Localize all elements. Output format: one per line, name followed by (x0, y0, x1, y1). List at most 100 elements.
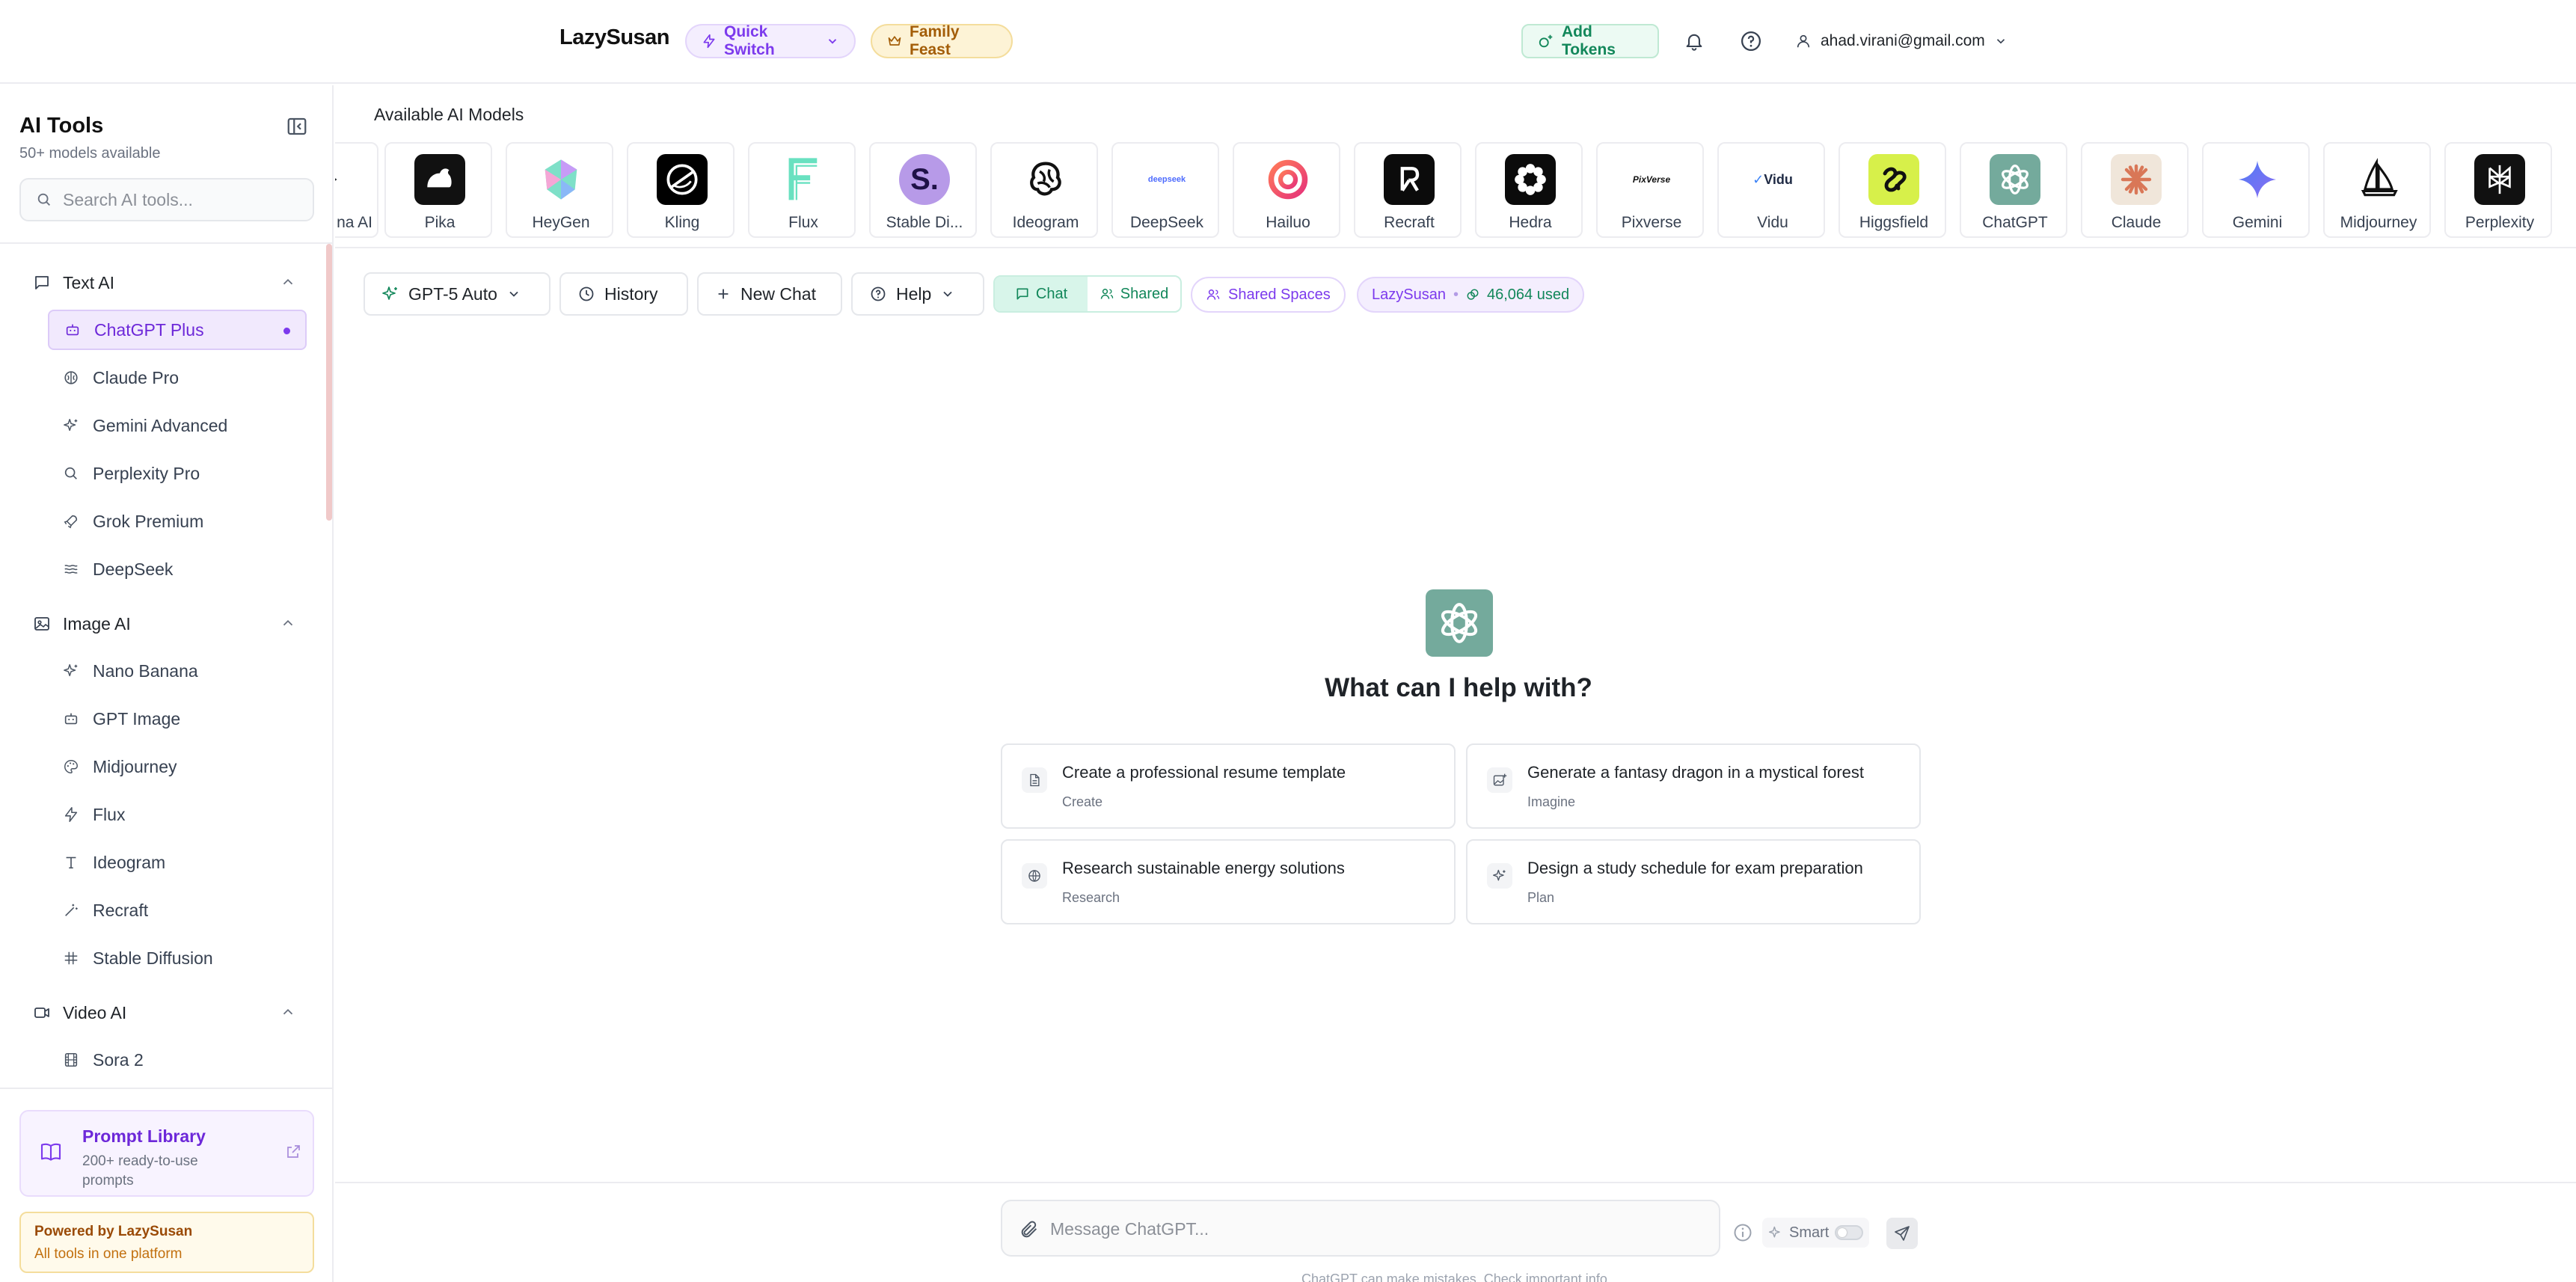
message-input[interactable] (1050, 1216, 1693, 1242)
suggestion-card-resume[interactable]: Create a professional resume template Cr… (1001, 743, 1456, 829)
model-card-deepseek[interactable]: deepseek DeepSeek (1111, 142, 1219, 238)
tab-shared[interactable]: Shared (1088, 277, 1180, 311)
sparkles-icon (64, 664, 78, 677)
sidebar-item-nano-banana[interactable]: Nano Banana (48, 651, 307, 691)
sidebar-item-recraft[interactable]: Recraft (48, 890, 307, 930)
model-card-kling[interactable]: Kling (627, 142, 735, 238)
ideogram-logo-icon (1020, 154, 1071, 205)
model-card-flux[interactable]: Flux (748, 142, 856, 238)
suggestion-card-research[interactable]: Research sustainable energy solutions Re… (1001, 839, 1456, 924)
sidebar-item-label: Flux (93, 804, 126, 824)
help-menu-button[interactable]: Help (851, 272, 984, 316)
image-icon (34, 617, 49, 631)
flux-logo-icon (778, 154, 829, 205)
history-button[interactable]: History (559, 272, 688, 316)
vidu-logo-icon: ✓Vidu (1752, 171, 1793, 187)
model-card-ideogram[interactable]: Ideogram (990, 142, 1098, 238)
model-card-gemini[interactable]: Gemini (2202, 142, 2310, 238)
suggestion-title: Design a study schedule for exam prepara… (1527, 859, 1863, 877)
paperclip-icon[interactable] (1019, 1219, 1040, 1240)
active-dot (283, 328, 290, 334)
model-card-vidu[interactable]: ✓Vidu Vidu (1717, 142, 1825, 238)
sidebar-item-gemini-advanced[interactable]: Gemini Advanced (48, 405, 307, 446)
model-card-pika[interactable]: Pika (384, 142, 492, 238)
model-card-heygen[interactable]: HeyGen (506, 142, 613, 238)
coins-plus-icon (1539, 34, 1553, 48)
sidebar-item-label: Perplexity Pro (93, 463, 200, 483)
sidebar-item-label: Claude Pro (93, 367, 180, 387)
model-card-recraft[interactable]: Recraft (1354, 142, 1462, 238)
stable-logo-icon: S. (899, 154, 950, 205)
sidebar-item-flux[interactable]: Flux (48, 794, 307, 835)
model-selector-button[interactable]: GPT-5 Auto (364, 272, 551, 316)
add-tokens-button[interactable]: Add Tokens (1521, 23, 1659, 58)
sidebar-collapse-icon[interactable] (286, 115, 308, 138)
question-circle-icon (1741, 31, 1761, 51)
image-plus-icon (1487, 767, 1512, 793)
section-image-ai[interactable]: Image AI (33, 609, 296, 639)
sidebar-item-claude-pro[interactable]: Claude Pro (48, 358, 307, 398)
sidebar-item-perplexity-pro[interactable]: Perplexity Pro (48, 453, 307, 494)
tab-chat[interactable]: Chat (995, 277, 1088, 311)
brand-logo[interactable]: LazySusan (559, 25, 670, 50)
suggestion-category: Plan (1527, 890, 1555, 905)
suggestion-card-dragon[interactable]: Generate a fantasy dragon in a mystical … (1466, 743, 1921, 829)
sidebar-item-deepseek[interactable]: DeepSeek (48, 549, 307, 589)
notifications-button[interactable] (1680, 27, 1708, 55)
model-card-perplexity[interactable]: Perplexity (2444, 142, 2552, 238)
sidebar-item-gpt-image[interactable]: GPT Image (48, 699, 307, 739)
sidebar-item-chatgpt-plus[interactable]: ChatGPT Plus (48, 310, 307, 350)
bell-icon (1686, 34, 1702, 51)
clock-icon (579, 286, 594, 301)
suggestion-card-study[interactable]: Design a study schedule for exam prepara… (1466, 839, 1921, 924)
help-button[interactable] (1737, 27, 1765, 55)
sidebar-item-midjourney[interactable]: Midjourney (48, 746, 307, 787)
chatgpt-hero-logo-icon (1426, 589, 1493, 657)
chevron-down-icon (943, 291, 952, 297)
smart-switch[interactable] (1835, 1225, 1864, 1240)
sidebar-item-grok-premium[interactable]: Grok Premium (48, 501, 307, 542)
model-card-chatgpt[interactable]: ChatGPT (1960, 142, 2067, 238)
new-chat-button[interactable]: New Chat (697, 272, 842, 316)
model-card-pixverse[interactable]: PixVerse Pixverse (1596, 142, 1704, 238)
globe-icon (1022, 863, 1047, 889)
welcome-title: What can I help with? (1325, 673, 1592, 702)
shared-spaces-button[interactable]: Shared Spaces (1191, 277, 1346, 313)
model-name: Recraft (1384, 214, 1435, 231)
model-card-banana[interactable]: na AI (335, 142, 378, 238)
section-video-ai[interactable]: Video AI (33, 998, 296, 1028)
user-menu[interactable]: ahad.virani@gmail.com (1795, 25, 2008, 57)
smart-mode-toggle[interactable]: Smart (1762, 1218, 1870, 1248)
info-icon[interactable] (1732, 1222, 1753, 1243)
sidebar-item-label: Midjourney (93, 756, 177, 776)
model-card-hedra[interactable]: Hedra (1475, 142, 1583, 238)
palette-icon (64, 760, 78, 773)
sidebar-item-stable-diffusion[interactable]: Stable Diffusion (48, 938, 307, 978)
model-name: Gemini (2232, 214, 2283, 231)
powered-by-card: Powered by LazySusan All tools in one pl… (19, 1212, 314, 1273)
model-card-claude[interactable]: Claude (2081, 142, 2189, 238)
coins-icon (1467, 289, 1479, 300)
models-carousel[interactable]: na AI Pika HeyGen Kling Flux S. Stable D… (335, 139, 2576, 242)
token-usage-badge: LazySusan • 46,064 used (1357, 277, 1585, 313)
send-button[interactable] (1886, 1218, 1918, 1249)
model-card-stable-diffusion[interactable]: S. Stable Di... (869, 142, 977, 238)
model-card-higgsfield[interactable]: Higgsfield (1839, 142, 1946, 238)
sidebar-item-sora-2[interactable]: Sora 2 (48, 1040, 307, 1080)
section-text-ai[interactable]: Text AI (33, 268, 296, 298)
sidebar-item-ideogram[interactable]: Ideogram (48, 842, 307, 883)
hash-icon (64, 951, 78, 965)
chevron-up-icon (283, 278, 293, 285)
sparkles-icon (64, 419, 78, 432)
family-feast-button[interactable]: Family Feast (871, 23, 1013, 58)
chevron-down-icon (509, 291, 518, 297)
prompt-library-card[interactable]: Prompt Library 200+ ready-to-use prompts (19, 1110, 314, 1197)
smart-label: Smart (1789, 1224, 1830, 1241)
quick-switch-button[interactable]: Quick Switch (685, 23, 856, 58)
sidebar-search-input[interactable] (63, 189, 302, 210)
section-label: Text AI (63, 272, 115, 292)
sidebar-scrollbar[interactable] (326, 244, 332, 521)
model-card-hailuo[interactable]: Hailuo (1233, 142, 1340, 238)
model-card-midjourney[interactable]: Midjourney (2323, 142, 2431, 238)
section-label: Video AI (63, 1002, 127, 1022)
